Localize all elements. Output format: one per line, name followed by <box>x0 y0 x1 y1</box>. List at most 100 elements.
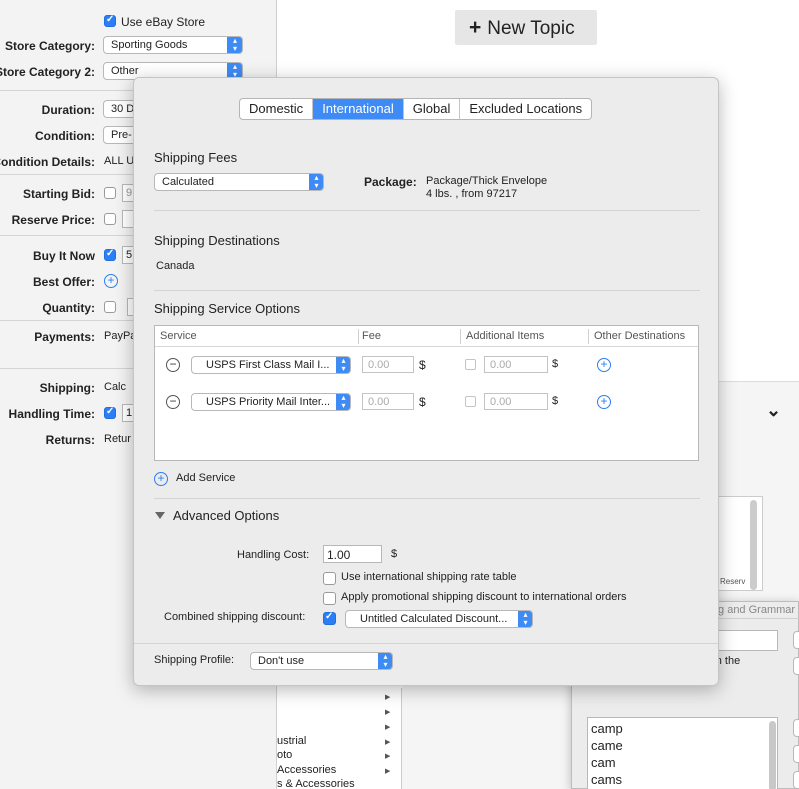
combined-discount-value: Untitled Calculated Discount... <box>360 613 508 625</box>
new-topic-button[interactable]: + New Topic <box>455 10 597 45</box>
shipping-profile-value: Don't use <box>258 655 305 667</box>
service-select[interactable]: USPS Priority Mail Inter... ▴ ▾ <box>191 393 351 411</box>
returns-value: Retur <box>104 433 131 445</box>
shipping-profile-label: Shipping Profile: <box>154 654 235 666</box>
combined-discount-select[interactable]: Untitled Calculated Discount... ▴ ▾ <box>345 610 533 628</box>
ignore-button[interactable] <box>793 719 799 737</box>
select-arrows-icon: ▴ ▾ <box>336 357 350 373</box>
shipping-services-table: Service Fee Additional Items Other Desti… <box>154 325 699 461</box>
add-service-icon[interactable]: + <box>154 472 168 486</box>
category-item[interactable]: s & Accessories <box>277 778 355 789</box>
duration-value: 30 D <box>111 103 135 115</box>
handling-cost-label: Handling Cost: <box>237 549 310 561</box>
chevron-right-icon: ▶ <box>385 709 391 716</box>
remove-service-button[interactable]: − <box>166 358 180 372</box>
additional-items-checkbox[interactable] <box>465 359 476 370</box>
condition-value: Pre- <box>111 129 132 141</box>
currency-symbol: $ <box>552 395 559 407</box>
shipping-fees-select[interactable]: Calculated ▴ ▾ <box>154 173 324 191</box>
use-ebay-store-checkbox[interactable] <box>104 14 116 27</box>
starting-bid-label: Starting Bid: <box>23 187 95 201</box>
quantity-checkbox[interactable] <box>104 301 116 313</box>
currency-symbol: $ <box>419 358 426 372</box>
add-destination-icon[interactable]: + <box>597 395 611 409</box>
tab-excluded-locations[interactable]: Excluded Locations <box>460 99 591 119</box>
thumbnail-label: Reserv <box>720 577 746 586</box>
currency-symbol: $ <box>419 395 426 409</box>
column-divider <box>460 329 461 344</box>
service-value: USPS First Class Mail I... <box>206 359 330 371</box>
currency-symbol: $ <box>391 548 398 560</box>
select-arrows-icon: ▴ ▾ <box>227 37 242 53</box>
reserve-price-label: Reserve Price: <box>11 213 95 227</box>
condition-details-value: ALL U <box>104 155 135 167</box>
fee-input[interactable]: 0.00 <box>362 356 414 373</box>
payments-label: Payments: <box>34 330 95 344</box>
handling-time-label: Handling Time: <box>8 407 95 421</box>
suggestion-item[interactable]: cam <box>591 755 616 770</box>
select-arrows-icon: ▴ ▾ <box>336 394 350 410</box>
select-arrows-icon: ▴ ▾ <box>309 174 323 190</box>
scrollbar[interactable] <box>769 721 776 789</box>
chevron-right-icon: ▶ <box>385 694 391 701</box>
column-header-additional-items: Additional Items <box>466 330 545 342</box>
fee-input[interactable]: 0.00 <box>362 393 414 410</box>
add-destination-icon[interactable]: + <box>597 358 611 372</box>
advanced-options-title[interactable]: Advanced Options <box>173 508 279 523</box>
divider <box>154 498 700 499</box>
learn-button[interactable] <box>793 745 799 763</box>
handling-time-checkbox[interactable] <box>104 406 116 419</box>
promo-discount-checkbox[interactable] <box>323 592 336 605</box>
starting-bid-checkbox[interactable] <box>104 187 116 199</box>
select-arrows-icon: ▴ ▾ <box>518 611 532 627</box>
shipping-region-tabs: Domestic International Global Excluded L… <box>239 98 593 120</box>
suggestions-list[interactable]: camp came cam cams <box>587 717 778 789</box>
tab-domestic[interactable]: Domestic <box>240 99 314 119</box>
shipping-profile-select[interactable]: Don't use ▴ ▾ <box>250 652 393 670</box>
shipping-settings-popover: Domestic International Global Excluded L… <box>133 77 719 686</box>
define-button[interactable] <box>793 771 799 789</box>
category-item[interactable]: oto <box>277 749 292 761</box>
add-best-offer-icon[interactable]: + <box>104 274 118 288</box>
category-item[interactable]: Accessories <box>277 764 336 776</box>
shipping-label: Shipping: <box>39 381 95 395</box>
suggestion-item[interactable]: cams <box>591 772 622 787</box>
store-category-2-value: Other <box>111 65 139 77</box>
returns-label: Returns: <box>45 433 95 447</box>
destination-value: Canada <box>156 260 195 272</box>
package-details: 4 lbs. , from 97217 <box>426 188 518 200</box>
promo-discount-label: Apply promotional shipping discount to i… <box>341 591 627 603</box>
shipping-service-options-title: Shipping Service Options <box>154 301 300 316</box>
additional-items-input[interactable]: 0.00 <box>484 393 548 410</box>
payments-value: PayPa <box>104 330 137 342</box>
change-button[interactable] <box>793 631 799 649</box>
store-category-select[interactable]: Sporting Goods ▴ ▾ <box>103 36 243 54</box>
shipping-destinations-title: Shipping Destinations <box>154 233 280 248</box>
tab-global[interactable]: Global <box>404 99 461 119</box>
service-select[interactable]: USPS First Class Mail I... ▴ ▾ <box>191 356 351 374</box>
service-value: USPS Priority Mail Inter... <box>206 396 331 408</box>
chevron-right-icon: ▶ <box>385 753 391 760</box>
package-label: Package: <box>364 175 417 189</box>
additional-items-checkbox[interactable] <box>465 396 476 407</box>
additional-items-input[interactable]: 0.00 <box>484 356 548 373</box>
chevron-down-icon[interactable]: ⌄ <box>766 400 781 421</box>
find-next-button[interactable] <box>793 657 799 675</box>
intl-rate-table-checkbox[interactable] <box>323 572 336 585</box>
add-service-link[interactable]: Add Service <box>176 472 235 484</box>
disclosure-triangle-icon[interactable] <box>155 512 165 519</box>
handling-cost-input[interactable]: 1.00 <box>323 545 382 563</box>
buy-it-now-checkbox[interactable] <box>104 248 116 261</box>
tab-international[interactable]: International <box>313 99 404 119</box>
package-type: Package/Thick Envelope <box>426 175 548 187</box>
category-item[interactable]: ustrial <box>277 735 306 747</box>
shipping-fees-title: Shipping Fees <box>154 150 238 165</box>
remove-service-button[interactable]: − <box>166 395 180 409</box>
combined-discount-label: Combined shipping discount: <box>164 611 306 623</box>
scrollbar[interactable] <box>750 500 757 590</box>
suggestion-item[interactable]: came <box>591 738 623 753</box>
suggestion-item[interactable]: camp <box>591 721 623 736</box>
column-header-service: Service <box>160 330 197 342</box>
combined-discount-checkbox[interactable] <box>323 611 336 625</box>
reserve-price-checkbox[interactable] <box>104 213 116 225</box>
